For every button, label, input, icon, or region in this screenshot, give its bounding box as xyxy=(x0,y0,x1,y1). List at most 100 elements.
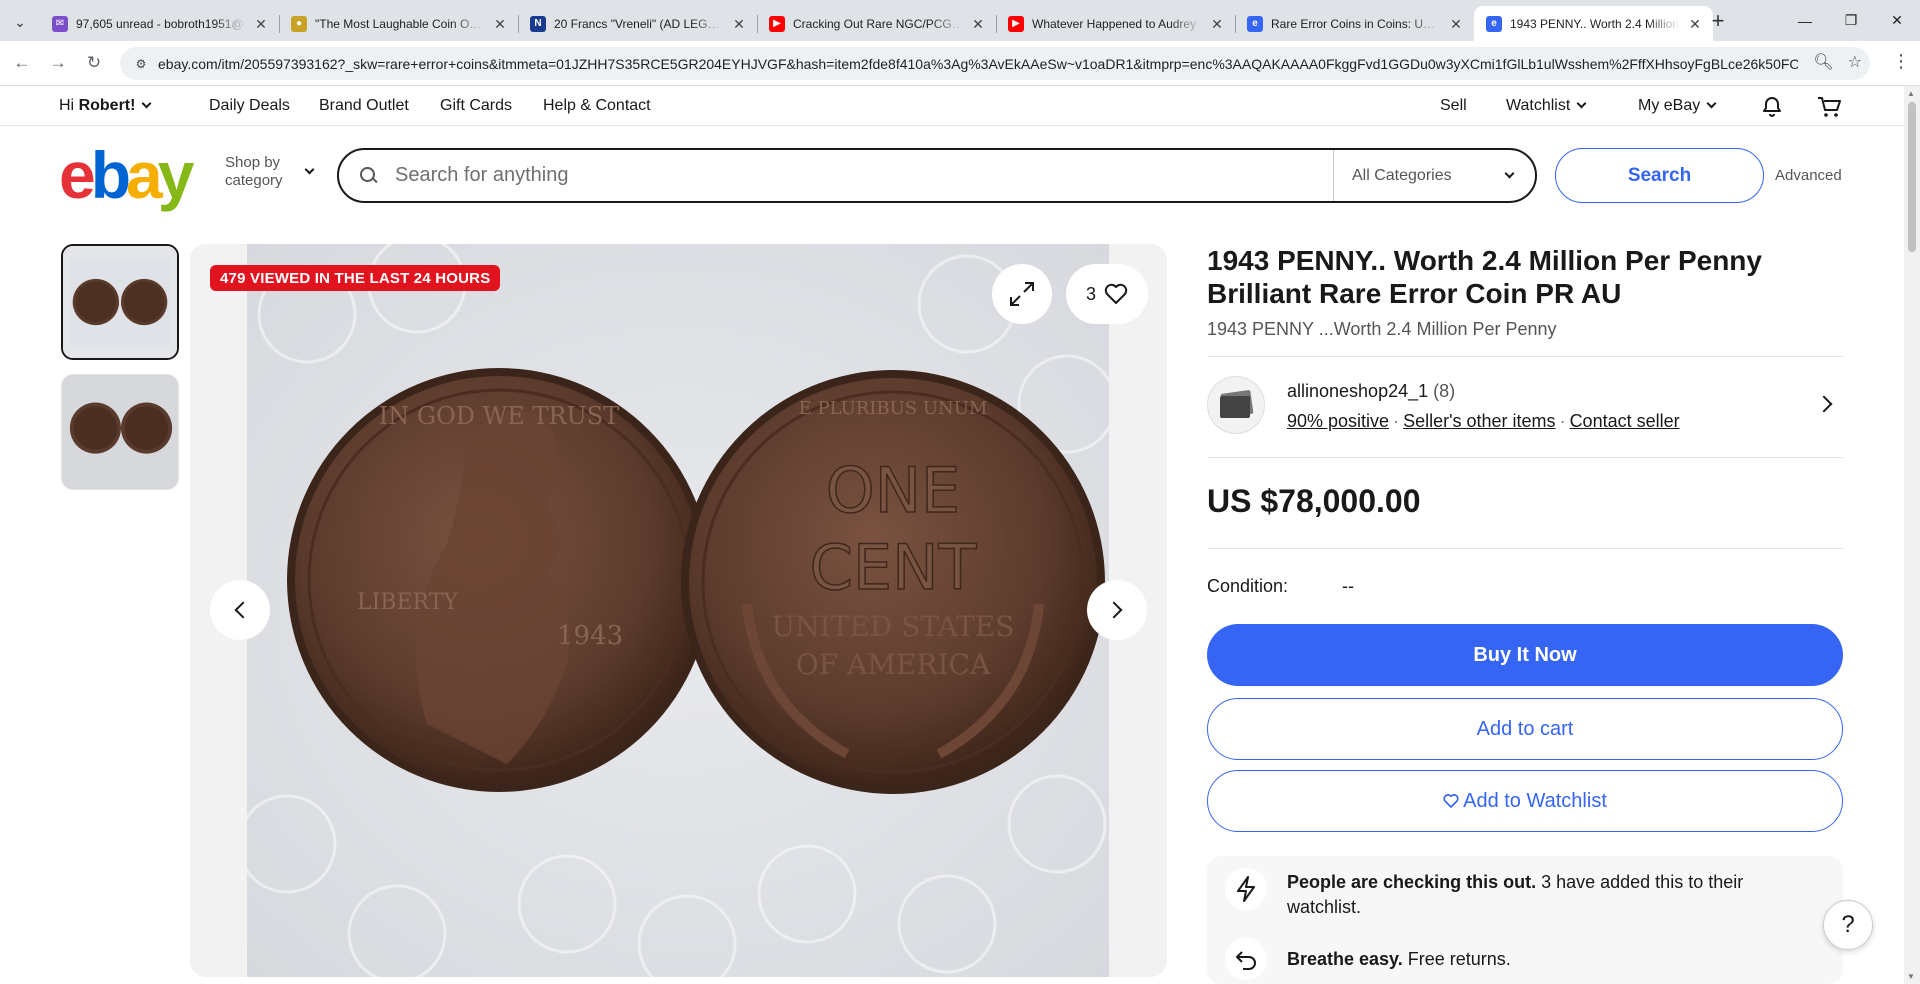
cart-icon[interactable] xyxy=(1816,95,1842,124)
user-greeting-menu[interactable]: Hi Robert! xyxy=(59,97,152,115)
coin-one-text: ONE xyxy=(826,454,960,527)
page-scrollbar[interactable]: ▲ ▼ xyxy=(1904,86,1920,984)
buy-it-now-button[interactable]: Buy It Now xyxy=(1207,624,1843,686)
expand-icon[interactable] xyxy=(992,264,1052,324)
viewed-count-badge: 479 VIEWED IN THE LAST 24 HOURS xyxy=(210,265,501,291)
daily-deals-link[interactable]: Daily Deals xyxy=(209,97,290,115)
logo-letter-b: b xyxy=(90,138,131,212)
sell-link[interactable]: Sell xyxy=(1440,97,1467,115)
tab-search-chevron-icon[interactable]: ⌄ xyxy=(8,10,32,34)
tab-close-icon[interactable]: ✕ xyxy=(1448,16,1464,32)
ebay-icon: e xyxy=(1486,15,1502,32)
browser-tab[interactable]: e 1943 PENNY.. Worth 2.4 Million ✕ xyxy=(1474,6,1713,41)
my-ebay-menu[interactable]: My eBay xyxy=(1638,97,1717,115)
main-product-image[interactable]: IN GOD WE TRUST LIBERTY 1943 E PLURIBUS … xyxy=(190,244,1167,977)
search-button[interactable]: Search xyxy=(1555,148,1764,203)
logo-letter-e: e xyxy=(59,138,96,212)
notification-bell-icon[interactable] xyxy=(1760,95,1784,124)
minimize-icon[interactable]: — xyxy=(1782,0,1828,41)
site-settings-icon[interactable]: ⚙ xyxy=(132,55,150,73)
contact-seller-link[interactable]: Contact seller xyxy=(1570,411,1680,431)
reload-icon[interactable]: ↻ xyxy=(82,51,106,75)
back-icon[interactable]: ← xyxy=(10,51,34,75)
coin-thumbnail-image xyxy=(62,375,178,489)
help-button[interactable]: ? xyxy=(1823,900,1873,950)
coin-year-text: 1943 xyxy=(557,621,623,651)
gallery-thumbnail-1[interactable] xyxy=(61,244,179,360)
price: US $78,000.00 xyxy=(1207,483,1421,519)
browser-tab[interactable]: e Rare Error Coins in Coins: US fo ✕ xyxy=(1235,6,1474,41)
mail-icon: ✉ xyxy=(52,15,68,32)
seller-name[interactable]: allinoneshop24_1 xyxy=(1287,381,1428,401)
tab-close-icon[interactable]: ✕ xyxy=(253,16,269,32)
help-contact-link[interactable]: Help & Contact xyxy=(543,97,651,115)
user-name: Robert! xyxy=(78,97,136,114)
coin-country-line1: UNITED STATES xyxy=(772,610,1015,643)
returns-message: Breathe easy. Free returns. xyxy=(1287,947,1807,972)
listing-title: 1943 PENNY.. Worth 2.4 Million Per Penny… xyxy=(1207,245,1762,309)
seller-other-items-link[interactable]: Seller's other items xyxy=(1403,411,1556,431)
category-select[interactable]: All Categories xyxy=(1333,150,1535,201)
ebay-icon: e xyxy=(1247,15,1263,32)
coins-icon: ● xyxy=(291,15,307,32)
numista-icon: N xyxy=(530,15,546,32)
gift-cards-link[interactable]: Gift Cards xyxy=(440,97,512,115)
tab-close-icon[interactable]: ✕ xyxy=(1209,16,1225,32)
tab-title: Rare Error Coins in Coins: US fo xyxy=(1271,16,1442,31)
browser-tab[interactable]: ✉ 97,605 unread - bobroth1951@ ✕ xyxy=(40,6,279,41)
watchers-message: People are checking this out. 3 have add… xyxy=(1287,870,1807,920)
heart-icon xyxy=(1104,283,1128,304)
chevron-right-icon xyxy=(1105,601,1123,619)
url-text[interactable]: ebay.com/itm/205597393162?_skw=rare+erro… xyxy=(158,56,1798,72)
tab-close-icon[interactable]: ✕ xyxy=(492,16,508,32)
forward-icon[interactable]: → xyxy=(46,51,70,75)
zoom-icon[interactable]: 🔍︎ xyxy=(1813,52,1833,72)
image-watch-button[interactable]: 3 xyxy=(1066,264,1148,324)
greeting-text: Hi xyxy=(59,97,79,114)
watchlist-menu[interactable]: Watchlist xyxy=(1506,97,1587,115)
search-icon xyxy=(359,166,379,186)
add-to-watchlist-button[interactable]: Add to Watchlist xyxy=(1207,770,1843,832)
scrollbar-thumb[interactable] xyxy=(1908,102,1916,252)
coin-pluribus-text: E PLURIBUS UNUM xyxy=(799,398,988,419)
brand-outlet-link[interactable]: Brand Outlet xyxy=(319,97,409,115)
tab-title: Cracking Out Rare NGC/PCGS C xyxy=(793,16,964,31)
watch-count: 3 xyxy=(1085,283,1096,304)
next-image-button[interactable] xyxy=(1087,580,1147,640)
tab-title: 1943 PENNY.. Worth 2.4 Million xyxy=(1510,16,1679,31)
tab-close-icon[interactable]: ✕ xyxy=(1687,16,1703,32)
youtube-icon: ▶ xyxy=(769,15,785,32)
url-field[interactable]: ⚙ ebay.com/itm/205597393162?_skw=rare+er… xyxy=(120,47,1870,80)
bookmark-star-icon[interactable]: ☆ xyxy=(1848,52,1862,72)
browser-menu-icon[interactable]: ⋮ xyxy=(1892,51,1910,72)
gallery-thumbnail-2[interactable] xyxy=(61,374,179,490)
separator-dot: · xyxy=(1393,411,1400,431)
scroll-down-icon[interactable]: ▼ xyxy=(1907,972,1915,981)
browser-tab[interactable]: N 20 Francs "Vreneli" (AD LEGEM ✕ xyxy=(518,6,757,41)
chevron-down-icon xyxy=(1706,98,1717,109)
new-tab-button[interactable]: + xyxy=(1704,10,1732,34)
restore-icon[interactable]: ❐ xyxy=(1828,0,1874,41)
browser-tab[interactable]: ▶ Whatever Happened to Audrey ✕ xyxy=(996,6,1235,41)
browser-tab[interactable]: ● "The Most Laughable Coin On E ✕ xyxy=(279,6,518,41)
previous-image-button[interactable] xyxy=(210,580,270,640)
close-window-icon[interactable]: ✕ xyxy=(1874,0,1920,41)
tab-close-icon[interactable]: ✕ xyxy=(731,16,747,32)
add-to-cart-button[interactable]: Add to cart xyxy=(1207,698,1843,760)
seller-avatar[interactable] xyxy=(1207,376,1265,434)
ebay-logo[interactable]: ebay xyxy=(59,142,194,208)
seller-links: 90% positive · Seller's other items · Contac… xyxy=(1287,411,1680,432)
scroll-up-icon[interactable]: ▲ xyxy=(1907,89,1915,98)
advanced-search-link[interactable]: Advanced xyxy=(1775,167,1842,184)
address-bar: ← → ↻ ⚙ ebay.com/itm/205597393162?_skw=r… xyxy=(0,41,1920,86)
search-input[interactable] xyxy=(395,155,1295,196)
tab-close-icon[interactable]: ✕ xyxy=(970,16,986,32)
returns-message-bold: Breathe easy. xyxy=(1287,949,1403,969)
shop-by-label: Shop by xyxy=(225,154,281,171)
browser-tab[interactable]: ▶ Cracking Out Rare NGC/PCGS C ✕ xyxy=(757,6,996,41)
chevron-right-icon[interactable] xyxy=(1815,395,1833,413)
seller-positive-link[interactable]: 90% positive xyxy=(1287,411,1389,431)
chevron-left-icon xyxy=(234,601,252,619)
coin-thumbnail-image xyxy=(63,246,177,358)
shop-by-category-button[interactable]: Shop by category xyxy=(225,154,283,190)
